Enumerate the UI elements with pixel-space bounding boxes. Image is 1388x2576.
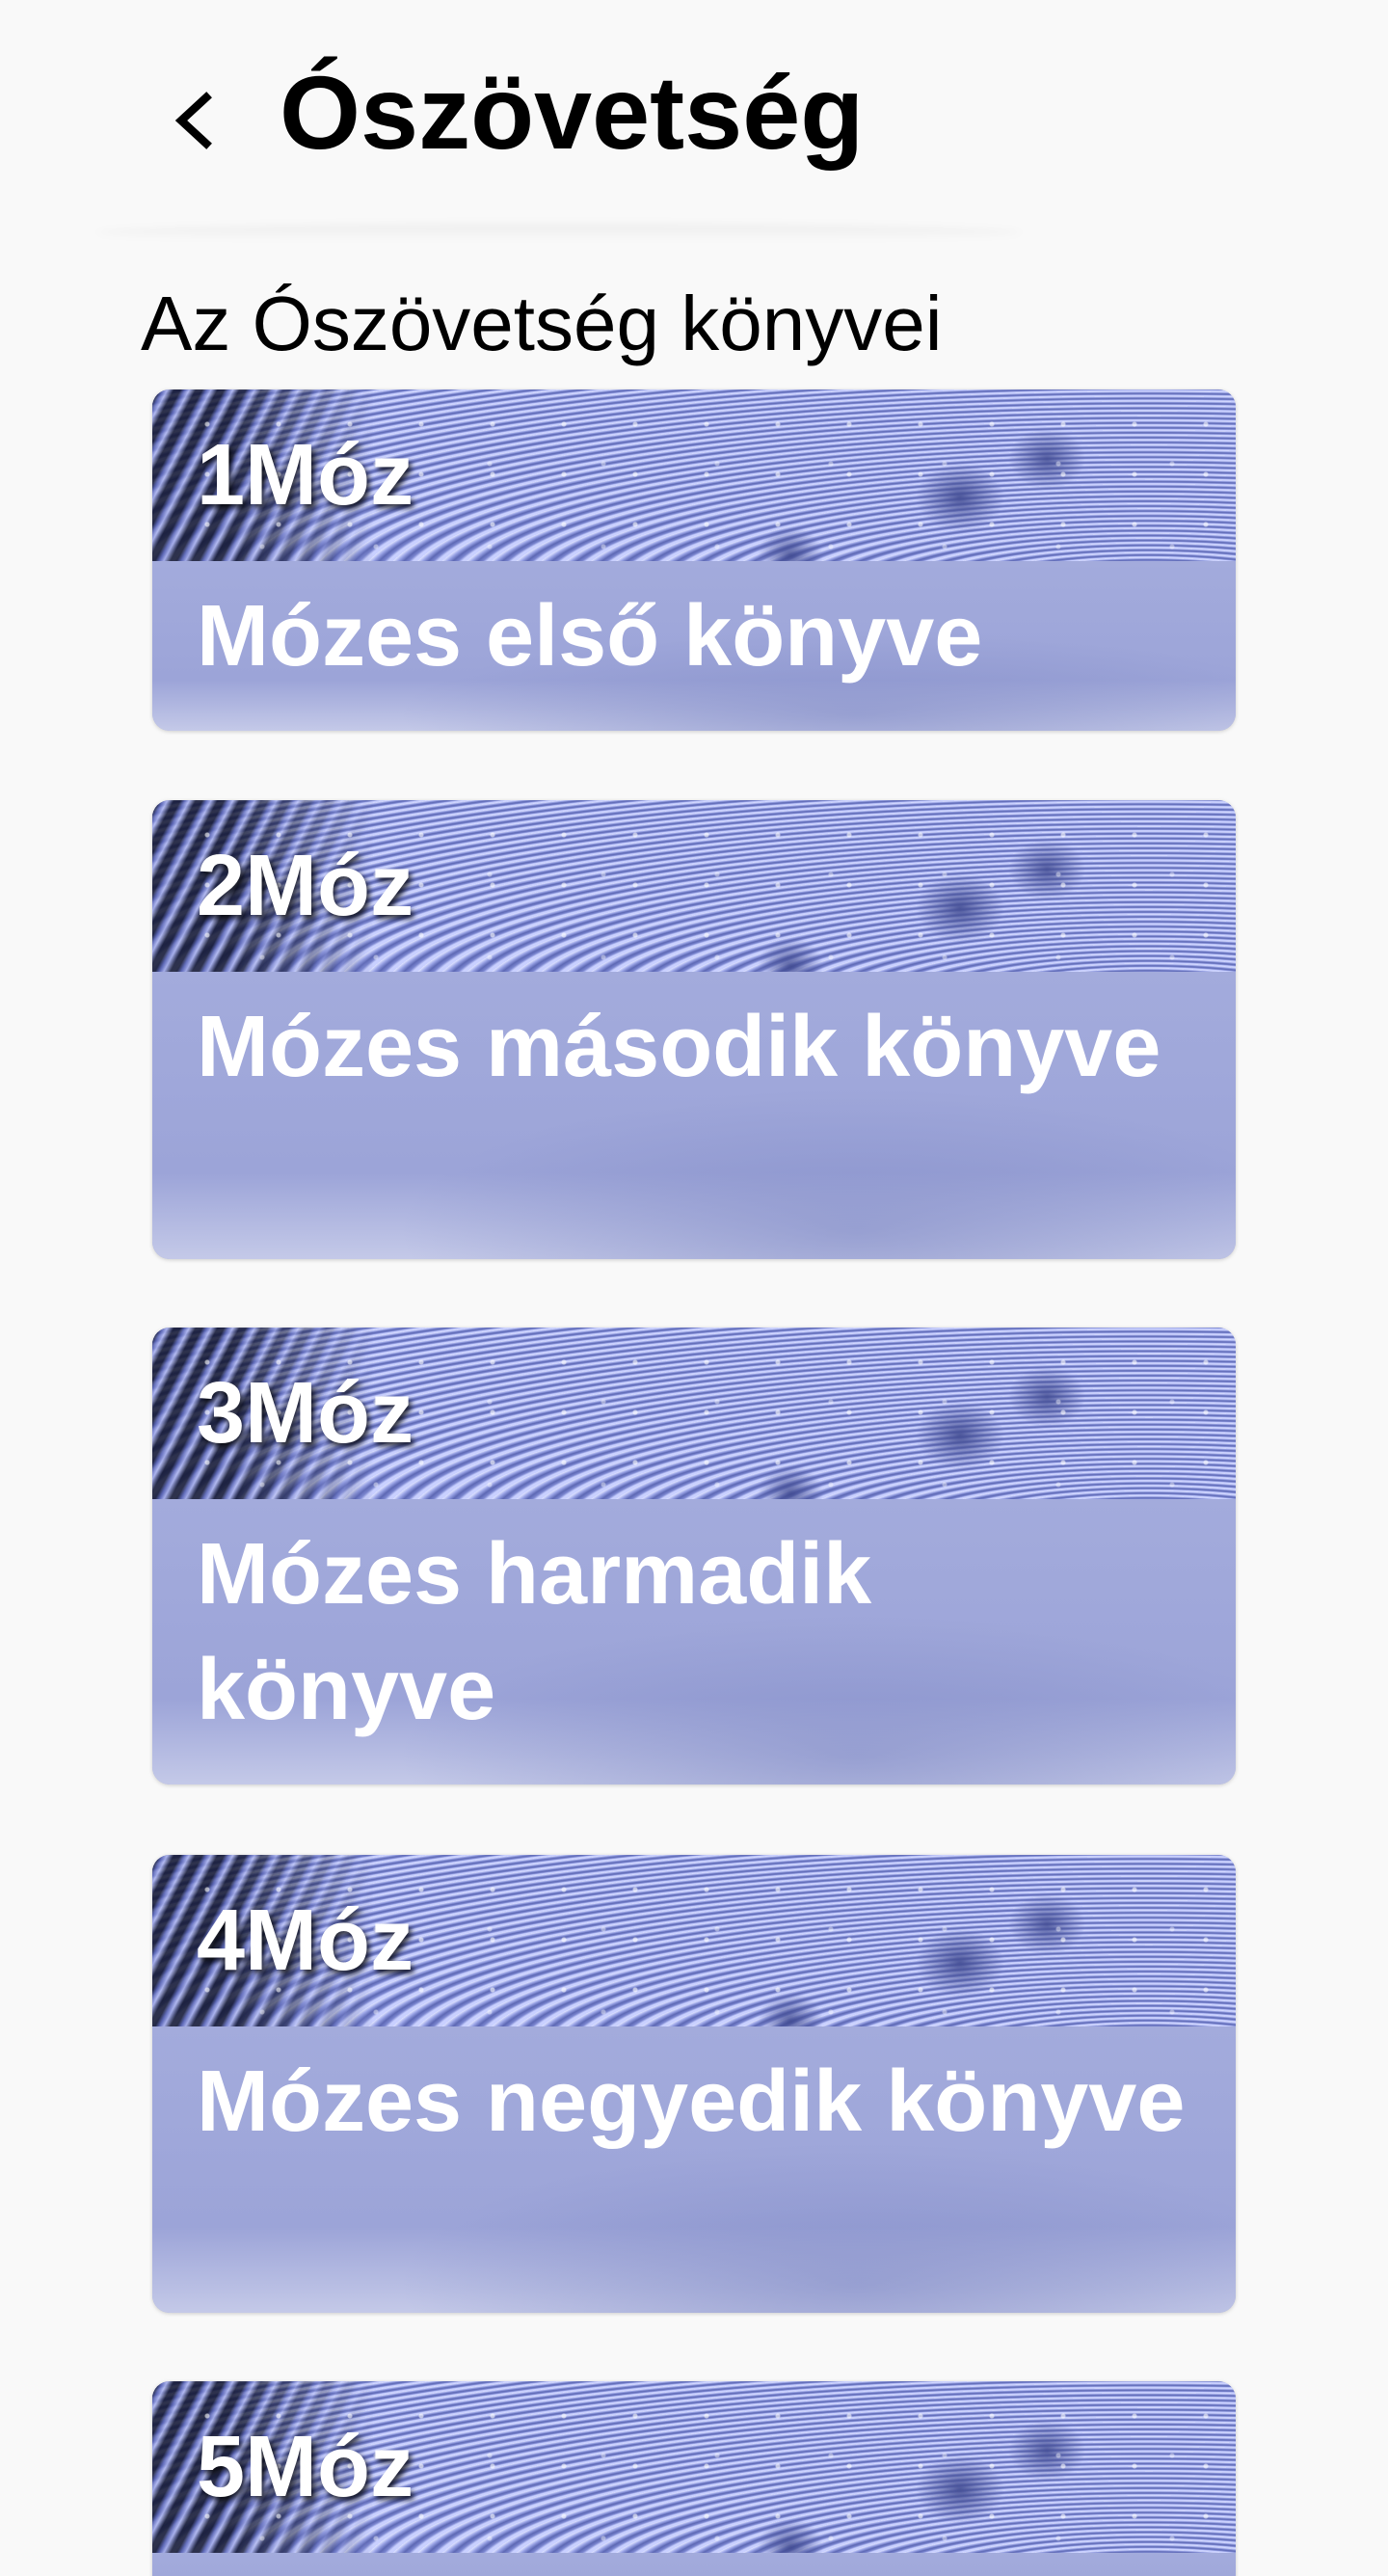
chevron-left-icon: [174, 92, 212, 149]
book-name: Mózes harmadik könyve: [197, 1526, 872, 1738]
book-abbreviation: 2Móz: [197, 838, 414, 934]
book-name: Mózes negyedik könyve: [197, 2053, 1186, 2150]
book-abbreviation: 4Móz: [197, 1892, 414, 1989]
book-card-2moz[interactable]: 2Móz Mózes második könyve: [152, 800, 1236, 1259]
screen: Ószövetség Az Ószövetség könyvei 1Móz Mó…: [0, 0, 1388, 2576]
book-abbreviation: 3Móz: [197, 1365, 414, 1462]
section-title: Az Ószövetség könyvei: [141, 281, 943, 366]
back-button[interactable]: [154, 77, 231, 164]
page-title: Ószövetség: [280, 54, 865, 171]
book-name: Mózes első könyve: [197, 588, 983, 684]
book-card-3moz[interactable]: 3Móz Mózes harmadik könyve: [152, 1328, 1236, 1784]
book-name: Mózes második könyve: [197, 999, 1161, 1095]
book-card-5moz[interactable]: 5Móz: [152, 2381, 1236, 2576]
book-card-4moz[interactable]: 4Móz Mózes negyedik könyve: [152, 1855, 1236, 2313]
book-abbreviation: 1Móz: [197, 427, 414, 523]
book-card-1moz[interactable]: 1Móz Mózes első könyve: [152, 389, 1236, 731]
app-header: Ószövetség: [0, 0, 1388, 241]
book-abbreviation: 5Móz: [197, 2419, 414, 2515]
card-body: [152, 2553, 1236, 2576]
header-divider-shadow: [96, 224, 1022, 241]
